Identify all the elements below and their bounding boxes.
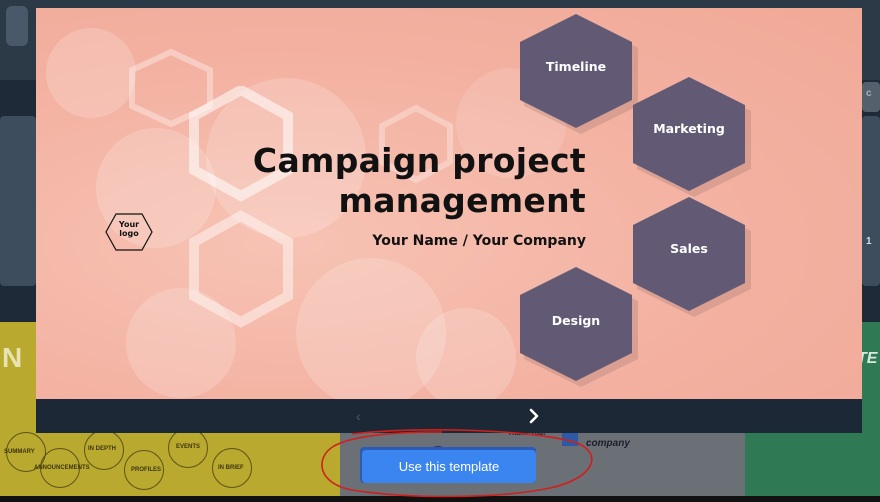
slide-subtitle: Your Name / Your Company xyxy=(372,233,586,249)
slide-title: Campaign project management xyxy=(253,141,586,221)
template-preview-modal: Campaign project management Your Name / … xyxy=(36,8,862,433)
background-card-label: IN DEPTH xyxy=(88,446,117,452)
slide-preview: Campaign project management Your Name / … xyxy=(36,8,862,399)
background-card-label: SUMMARY xyxy=(4,449,35,455)
logo-text-line: Your xyxy=(118,220,140,229)
bokeh-decoration xyxy=(416,308,516,399)
background-card-label: ANNOUNCEMENTS xyxy=(34,465,90,471)
chevron-right-icon[interactable] xyxy=(528,408,540,424)
background-thumbnail-right: 1 xyxy=(862,116,880,286)
background-card-label: PROFILES xyxy=(131,467,162,473)
background-card-label: IN BRIEF xyxy=(218,465,244,471)
slide-title-line: management xyxy=(338,181,586,220)
background-glyph: c xyxy=(866,88,872,99)
slide-title-line: Campaign project xyxy=(252,141,586,180)
bokeh-decoration xyxy=(46,28,136,118)
hexagon-label-sales: Sales xyxy=(670,241,708,256)
background-page-number: 1 xyxy=(866,236,872,247)
decorative-hexagon-outline xyxy=(129,48,213,128)
hexagon-label-timeline: Timeline xyxy=(545,59,607,74)
background-thumbnail-right-top: c xyxy=(862,82,880,112)
chevron-left-icon[interactable]: ‹ xyxy=(356,408,361,424)
background-thumbnail-left xyxy=(0,116,36,286)
logo-text-line: logo xyxy=(119,229,139,238)
background-tile xyxy=(6,6,28,46)
hexagon-label-marketing: Marketing xyxy=(653,121,725,136)
background-card-label: EVENTS xyxy=(176,444,201,450)
red-circle-annotation xyxy=(321,429,593,498)
logo-placeholder-text: Your logo xyxy=(104,220,154,238)
background-glyph: N xyxy=(2,342,23,373)
hexagon-label-design: Design xyxy=(551,313,601,328)
